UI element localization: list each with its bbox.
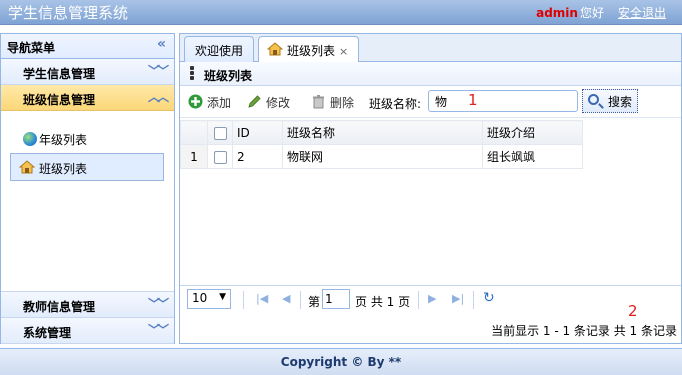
toolbar: 添加 修改 删除 班级名称: 1 搜索 [180,86,681,118]
prev-page-icon[interactable]: ◀ [282,292,290,305]
app-title: 学生信息管理系统 [8,4,129,22]
select-all-checkbox[interactable] [213,126,227,140]
search-button-label: 搜索 [607,94,632,109]
nav-item-label: 班级列表 [39,162,88,176]
table-row[interactable]: 1 2 物联网 组长飒飒 [180,144,583,169]
tab-class-list[interactable]: 班级列表 × [258,36,360,63]
annotation-two: 2 [628,302,638,320]
close-icon[interactable]: × [339,45,348,58]
double-chevron-up-icon: ︿︿ [147,90,169,104]
nav-section-label: 班级信息管理 [23,93,96,107]
annotation-one: 1 [468,91,478,109]
column-header-intro[interactable]: 班级介绍 [482,120,583,145]
main-panel: 欢迎使用 班级列表 × 班级列表 添加 修改 删除 班级名称: 物 1 搜索 I… [179,33,682,344]
app-header: 学生信息管理系统 admin 您好 安全退出 [0,0,682,25]
nav-item-grade-list[interactable]: 年级列表 [21,131,87,149]
delete-label: 删除 [330,96,355,110]
pager: 10 ▼ |◀ ◀ 第 页 共 1 页 ▶ ▶| ↻ [180,285,681,315]
tab-label: 欢迎使用 [195,44,244,58]
double-chevron-down-icon: ﹀﹀ [147,323,169,337]
user-area: admin 您好 安全退出 [536,4,666,21]
globe-icon [23,132,37,146]
home-icon [19,160,35,174]
nav-section-teacher[interactable]: 教师信息管理 ﹀﹀ [1,292,174,318]
pencil-icon [248,95,261,108]
divider [243,291,244,309]
divider [473,291,474,309]
nav-item-class-list[interactable]: 班级列表 [10,153,164,181]
double-chevron-down-icon: ﹀﹀ [147,297,169,311]
page-size-select[interactable]: 10 ▼ [187,289,231,309]
page-prefix: 第 [308,295,321,309]
divider [418,291,419,309]
select-all-cell [207,120,233,145]
tab-welcome[interactable]: 欢迎使用 [184,36,255,62]
nav-section-class-body: 年级列表 班级列表 [1,111,174,292]
add-button[interactable]: 添加 [188,94,231,111]
grid-header-row: ID 班级名称 班级介绍 [180,120,583,145]
next-page-icon[interactable]: ▶ [428,292,436,305]
row-select-cell [207,144,233,169]
refresh-icon[interactable]: ↻ [483,290,495,306]
dropdown-arrow-icon: ▼ [219,292,226,302]
first-page-icon[interactable]: |◀ [256,292,268,305]
nav-item-label: 年级列表 [39,133,88,147]
edit-button[interactable]: 修改 [247,94,290,111]
edit-label: 修改 [266,96,291,110]
page-total: 页 共 1 页 [355,295,411,309]
tab-label: 班级列表 [287,44,336,58]
footer: Copyright © By ** [0,348,682,375]
page-size-value: 10 [192,291,208,305]
nav-section-student[interactable]: 学生信息管理 ﹀﹀ [1,59,174,85]
greeting-text: 您好 [579,6,604,20]
nav-section-class[interactable]: 班级信息管理 ︿︿ [1,85,174,111]
cell-name: 物联网 [282,144,483,169]
nav-section-label: 教师信息管理 [23,300,96,314]
column-header-id[interactable]: ID [232,120,283,145]
data-grid: ID 班级名称 班级介绍 1 2 物联网 组长飒飒 [180,120,583,169]
cell-id: 2 [232,144,283,169]
tab-bar: 欢迎使用 班级列表 × [180,34,681,63]
search-label: 班级名称: [369,97,422,111]
copyright-text: Copyright © By ** [280,355,402,369]
double-chevron-down-icon: ﹀﹀ [147,64,169,78]
nav-section-label: 系统管理 [23,326,72,340]
delete-icon [313,95,324,109]
pager-info: 当前显示 1 - 1 条记录 共 1 条记录 [491,324,677,338]
search-input[interactable] [428,90,578,112]
add-label: 添加 [207,96,232,110]
vertical-dots-icon [190,66,194,80]
user-name: admin [536,6,578,20]
page-number-input[interactable] [322,289,350,309]
rownum-header [180,120,208,145]
panel-title: 班级列表 [204,69,253,83]
home-icon [267,42,283,56]
panel-title-bar: 班级列表 [180,62,681,86]
add-icon [188,94,203,109]
divider [300,291,301,309]
last-page-icon[interactable]: ▶| [452,292,464,305]
nav-title: 导航菜单 [7,41,56,55]
row-number: 1 [180,144,208,169]
logout-link[interactable]: 安全退出 [618,6,666,20]
row-checkbox[interactable] [213,150,227,164]
cell-intro: 组长飒飒 [482,144,583,169]
search-icon [588,94,599,105]
double-chevron-left-icon[interactable]: « [157,36,166,52]
delete-button[interactable]: 删除 [311,94,354,111]
search-button[interactable]: 搜索 [582,89,638,113]
nav-panel: 导航菜单 « 学生信息管理 ﹀﹀ 班级信息管理 ︿︿ 年级列表 班级列表 教师信… [0,33,175,344]
nav-section-system[interactable]: 系统管理 ﹀﹀ [1,318,174,344]
nav-section-label: 学生信息管理 [23,67,96,81]
nav-header: 导航菜单 « [1,34,174,59]
column-header-name[interactable]: 班级名称 [282,120,483,145]
